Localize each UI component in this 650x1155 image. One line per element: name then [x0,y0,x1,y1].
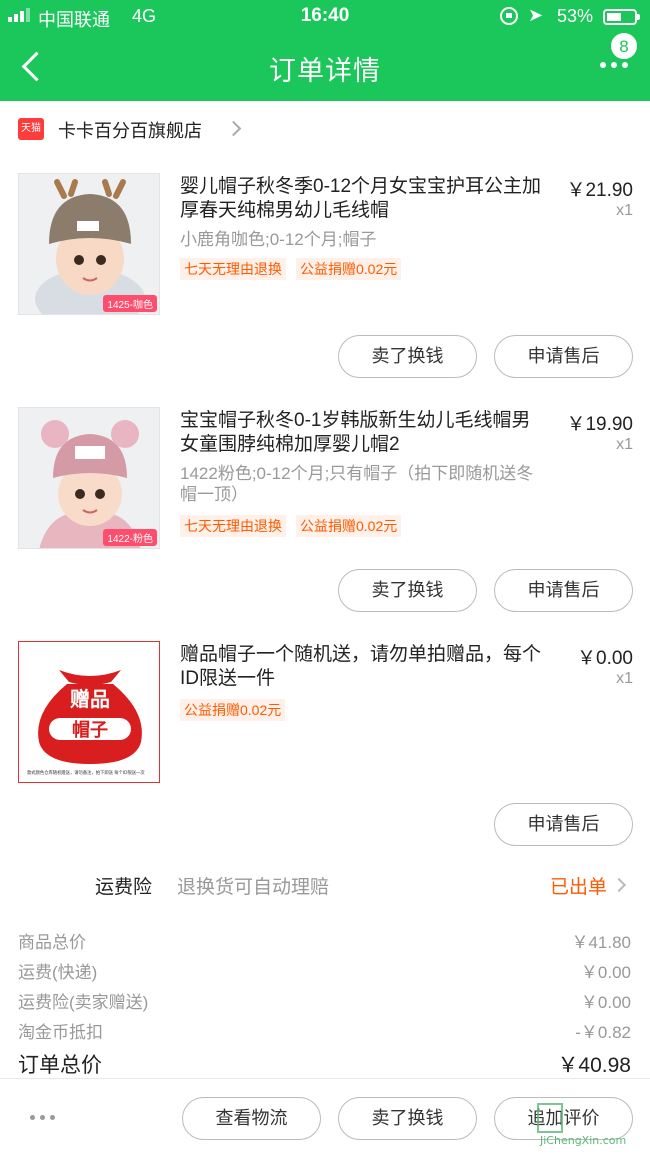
product-title[interactable]: 宝宝帽子秋冬0-1岁韩版新生幼儿毛线帽男女童围脖纯棉加厚婴儿帽2 [180,409,545,457]
watermark: JiChengXin.com [530,1098,645,1148]
product-quantity: x1 [616,202,633,219]
tag-return: 七天无理由退换 [180,515,286,537]
shop-row[interactable]: 天猫 卡卡百分百旗舰店 [0,101,650,157]
tag-charity: 公益捐赠0.02元 [180,699,286,721]
more-actions-button[interactable] [30,1115,55,1120]
product-price: ￥19.90 [566,414,633,435]
tag-charity: 公益捐赠0.02元 [296,515,402,537]
gift-line-2: 帽子 [72,719,108,741]
app-header: 中国联通 4G 16:40 ➤ 53% 订单详情 8 [0,0,650,101]
product-spec: 1422粉色;0-12个月;只有帽子（拍下即随机送冬帽一顶） [180,464,534,504]
summary-label: 淘金币抵扣 [18,1023,103,1042]
clock: 16:40 [300,5,350,26]
sell-button[interactable]: 卖了换钱 [338,335,477,378]
product-image[interactable]: 赠品 帽子 款式颜色仓库随机赠送，请勿备注，拍下即送 每个ID限送一次 [18,641,160,783]
more-menu-button[interactable] [600,62,628,68]
product-tags: 七天无理由退换 公益捐赠0.02元 [180,258,402,280]
view-logistics-button[interactable]: 查看物流 [182,1097,321,1140]
shop-name: 卡卡百分百旗舰店 [58,121,202,141]
watermark-text: JiChengXin.com [539,1134,626,1147]
product-tags: 公益捐赠0.02元 [180,699,286,721]
shipping-insurance-row[interactable]: 运费险 退换货可自动理赔 已出单 [0,862,650,906]
summary-label: 商品总价 [18,933,86,952]
status-bar: 中国联通 4G 16:40 ➤ 53% [0,0,650,34]
product-image[interactable]: 1425-咖色 [18,173,160,315]
summary-value: -￥0.82 [575,1023,631,1042]
tag-charity: 公益捐赠0.02元 [296,258,402,280]
battery-percent: 53% [557,6,594,26]
page-title: 订单详情 [269,56,381,86]
sell-button[interactable]: 卖了换钱 [338,569,477,612]
product-spec: 小鹿角咖色;0-12个月;帽子 [180,230,377,249]
summary-label: 运费(快递) [18,963,98,982]
product-title[interactable]: 赠品帽子一个随机送，请勿单拍赠品，每个ID限送一件 [180,643,555,691]
product-quantity: x1 [616,436,633,453]
insurance-desc: 退换货可自动理赔 [177,877,330,898]
gift-line-1: 赠品 [70,687,110,711]
tmall-logo: 天猫 [18,118,44,140]
insurance-label: 运费险 [95,877,153,898]
summary-label: 运费险(卖家赠送) [18,993,149,1012]
battery-icon [603,9,640,25]
chevron-right-icon [611,877,627,893]
product-price: ￥21.90 [566,180,633,201]
image-label: 1425-咖色 [103,295,157,312]
rotation-lock-icon [500,7,518,25]
after-sales-button[interactable]: 申请售后 [494,803,633,846]
after-sales-button[interactable]: 申请售后 [494,569,633,612]
after-sales-button[interactable]: 申请售后 [494,335,633,378]
tag-return: 七天无理由退换 [180,258,286,280]
summary-value: ￥0.00 [580,993,631,1012]
location-icon: ➤ [528,5,544,25]
product-image[interactable]: 1422-粉色 [18,407,160,549]
image-label: 1422-粉色 [103,529,157,546]
order-total-value: ￥40.98 [557,1054,631,1077]
product-quantity: x1 [616,670,633,687]
sell-button[interactable]: 卖了换钱 [338,1097,477,1140]
summary-value: ￥41.80 [571,933,631,952]
order-total-label: 订单总价 [18,1054,102,1077]
summary-value: ￥0.00 [580,963,631,982]
chevron-right-icon [225,120,242,137]
product-title[interactable]: 婴儿帽子秋冬季0-12个月女宝宝护耳公主加厚春天纯棉男幼儿毛线帽 [180,175,545,223]
insurance-status: 已出单 [550,877,608,898]
gift-note: 款式颜色仓库随机赠送，请勿备注，拍下即送 每个ID限送一次 [27,769,145,776]
message-badge[interactable]: 8 [610,32,638,60]
product-tags: 七天无理由退换 公益捐赠0.02元 [180,515,402,537]
product-price: ￥0.00 [577,648,633,669]
